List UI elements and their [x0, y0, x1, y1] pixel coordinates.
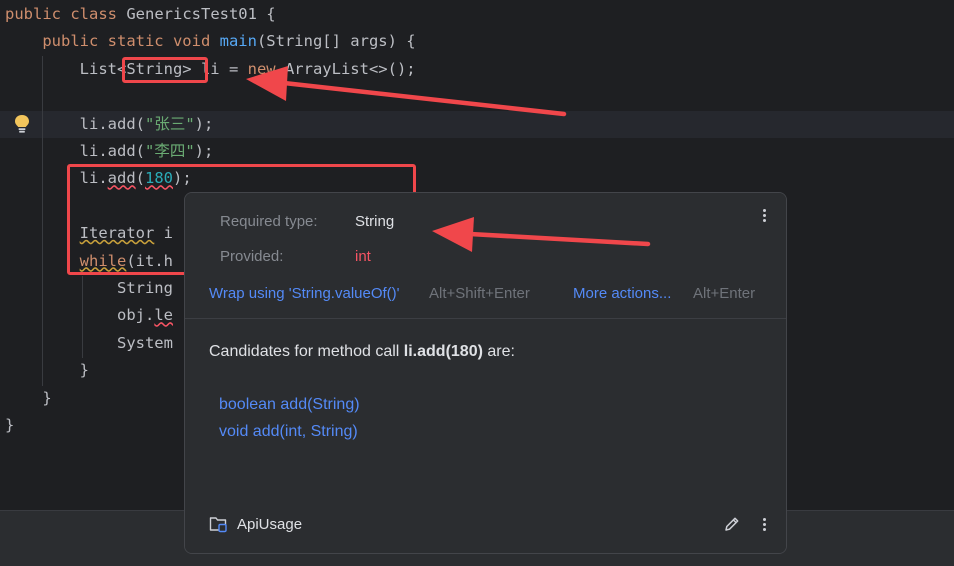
code-token: GenericsTest01 {: [126, 5, 276, 23]
code-line[interactable]: li.add("张三");: [0, 110, 954, 138]
code-token: main: [219, 32, 257, 51]
code-token: le: [154, 306, 173, 325]
candidate-method-link[interactable]: boolean add(String): [219, 396, 360, 414]
code-token: li.add(: [5, 142, 145, 160]
indent-guide: [82, 276, 83, 358]
required-type-label: Required type:: [220, 213, 318, 230]
code-token: ArrayList<>();: [284, 59, 416, 78]
indent-guide: [42, 56, 43, 386]
code-token: );: [194, 142, 214, 160]
code-line[interactable]: li.add("李四");: [0, 138, 954, 165]
candidates-section: Candidates for method call li.add(180) a…: [185, 319, 786, 553]
code-token: String: [5, 279, 173, 297]
candidate-method-link[interactable]: void add(int, String): [219, 423, 358, 441]
annotation-box-string-type: [122, 57, 208, 83]
more-actions-link[interactable]: More actions...: [573, 285, 671, 302]
code-token: public class: [5, 5, 127, 23]
edit-icon[interactable]: [723, 515, 741, 533]
code-token: }: [5, 388, 52, 407]
code-token: "李四": [144, 142, 195, 160]
code-token: }: [5, 361, 89, 380]
code-line[interactable]: public static void main(String[] args) {: [0, 28, 954, 55]
type-mismatch-section: Required type: String Provided: int Wrap…: [185, 193, 786, 318]
inspection-info[interactable]: ApiUsage: [209, 515, 302, 533]
candidates-suffix: are:: [482, 343, 515, 360]
lightbulb-icon[interactable]: [13, 114, 31, 134]
candidates-call: li.add(180): [403, 343, 483, 360]
provided-type-value: int: [355, 248, 371, 265]
candidates-heading: Candidates for method call li.add(180) a…: [209, 343, 515, 361]
code-line[interactable]: [0, 83, 954, 110]
more-vertical-icon[interactable]: [759, 207, 769, 225]
code-token: System: [5, 333, 173, 352]
quick-fix-shortcut: Alt+Shift+Enter: [429, 285, 530, 302]
code-token: );: [194, 114, 214, 133]
more-actions-shortcut: Alt+Enter: [693, 285, 756, 302]
more-vertical-icon[interactable]: [759, 516, 769, 534]
code-token: }: [5, 416, 15, 434]
code-token: new: [247, 59, 285, 78]
code-token: "张三": [144, 114, 195, 133]
code-token: public static void: [5, 32, 220, 51]
provided-type-label: Provided:: [220, 248, 284, 265]
folder-icon: [209, 517, 227, 533]
required-type-value: String: [355, 213, 395, 230]
code-line[interactable]: public class GenericsTest01 {: [0, 1, 954, 28]
error-tooltip-popup: Required type: String Provided: int Wrap…: [184, 192, 787, 554]
inspection-name: ApiUsage: [237, 515, 303, 533]
code-token: obj.: [5, 306, 155, 325]
quick-fix-link[interactable]: Wrap using 'String.valueOf()': [209, 285, 400, 302]
candidates-prefix: Candidates for method call: [209, 343, 404, 360]
code-token: (String[] args) {: [256, 32, 416, 51]
